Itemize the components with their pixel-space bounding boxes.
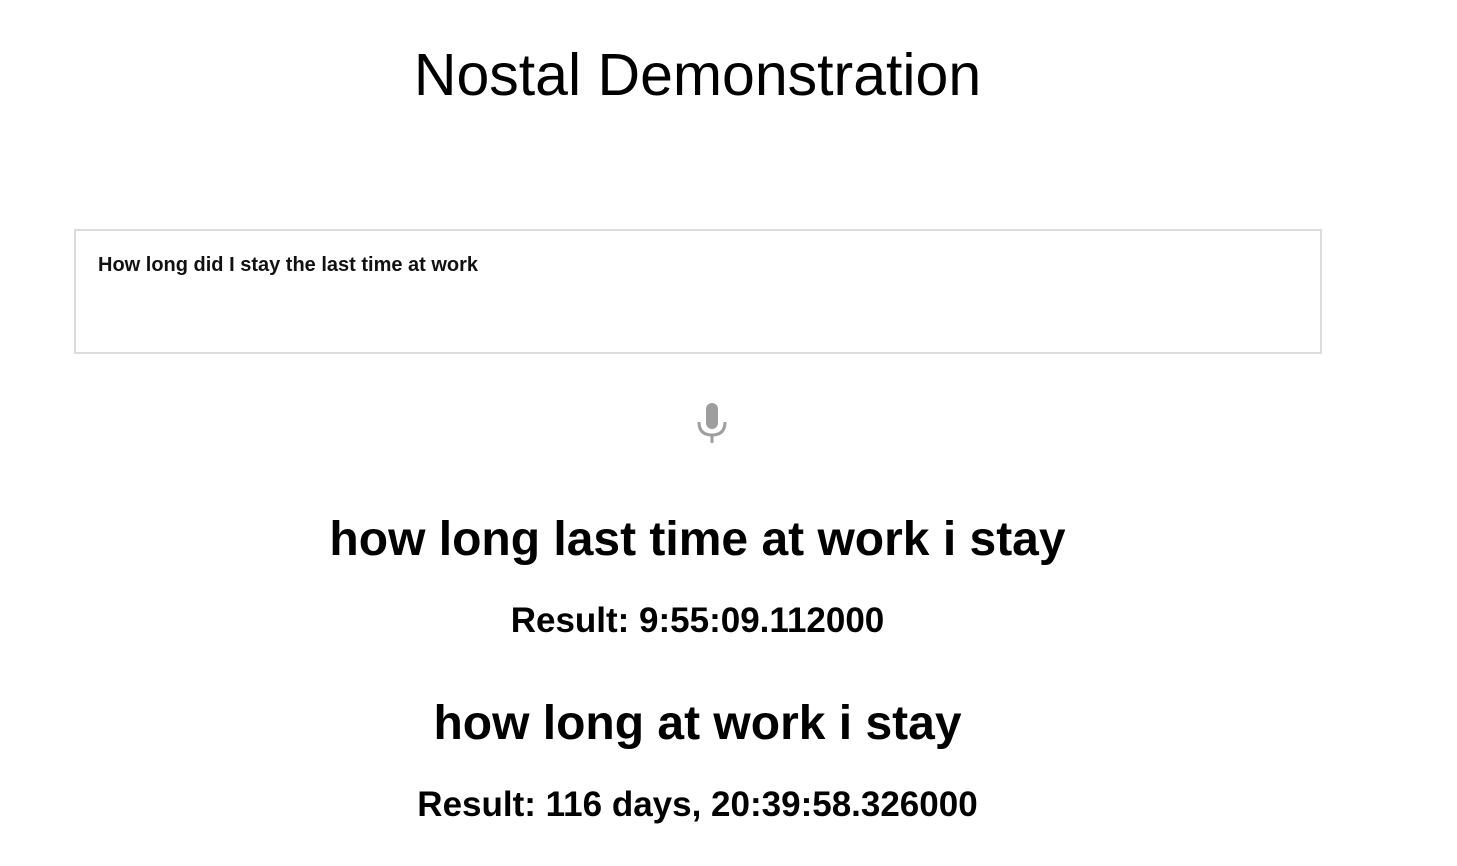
parsed-query: how long last time at work i stay bbox=[329, 513, 1066, 566]
result-value: Result: 9:55:09.112000 bbox=[510, 601, 885, 640]
query-input[interactable]: How long did I stay the last time at wor… bbox=[74, 229, 1322, 354]
parsed-query: how long at work i stay bbox=[433, 697, 962, 750]
result-value: Result: 116 days, 20:39:58.326000 bbox=[417, 785, 978, 824]
query-input-text[interactable]: How long did I stay the last time at wor… bbox=[98, 253, 478, 277]
microphone-icon bbox=[697, 403, 727, 443]
page-title: Nostal Demonstration bbox=[413, 42, 982, 108]
microphone-button[interactable] bbox=[695, 402, 731, 446]
